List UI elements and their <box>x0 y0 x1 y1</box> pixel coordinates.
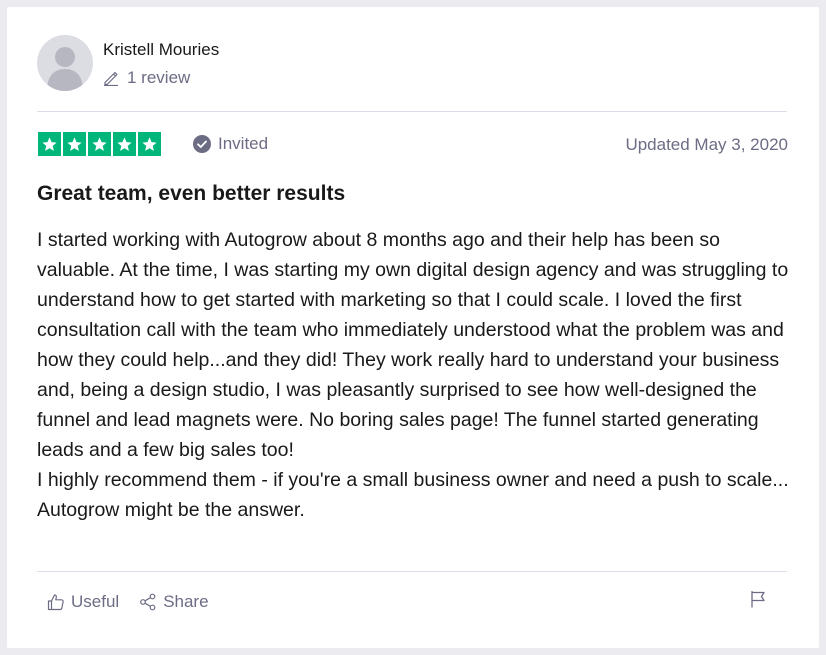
review-header: Kristell Mouries 1 review <box>37 35 219 91</box>
review-body: I started working with Autogrow about 8 … <box>37 225 792 525</box>
review-actions: Useful Share <box>47 592 229 612</box>
share-label: Share <box>163 592 209 611</box>
avatar[interactable] <box>37 35 93 91</box>
star-rating <box>38 132 161 156</box>
review-count-label: 1 review <box>127 68 191 87</box>
user-silhouette-icon <box>47 47 83 91</box>
review-date: Updated May 3, 2020 <box>625 135 788 154</box>
flag-icon[interactable] <box>749 590 767 608</box>
share-icon <box>140 593 156 611</box>
consumer-name[interactable]: Kristell Mouries <box>103 38 219 62</box>
useful-button[interactable]: Useful <box>47 592 119 612</box>
pencil-icon <box>104 71 118 86</box>
review-title[interactable]: Great team, even better results <box>37 182 345 206</box>
review-card: Kristell Mouries 1 review Invited Update… <box>7 7 819 648</box>
header-divider <box>37 111 787 112</box>
invited-label: Invited <box>218 134 269 153</box>
invited-badge[interactable]: Invited <box>193 134 268 154</box>
review-paragraph: I highly recommend them - if you're a sm… <box>37 469 789 521</box>
footer-divider <box>37 571 787 572</box>
share-button[interactable]: Share <box>139 592 209 612</box>
thumbs-up-icon <box>47 594 64 611</box>
check-circle-icon <box>193 135 211 153</box>
consumer-info: Kristell Mouries 1 review <box>103 38 219 88</box>
star-icon <box>63 132 86 156</box>
star-icon <box>138 132 161 156</box>
star-icon <box>38 132 61 156</box>
star-icon <box>88 132 111 156</box>
consumer-review-count: 1 review <box>103 68 219 88</box>
star-icon <box>113 132 136 156</box>
useful-label: Useful <box>71 592 120 611</box>
review-paragraph: I started working with Autogrow about 8 … <box>37 229 789 461</box>
